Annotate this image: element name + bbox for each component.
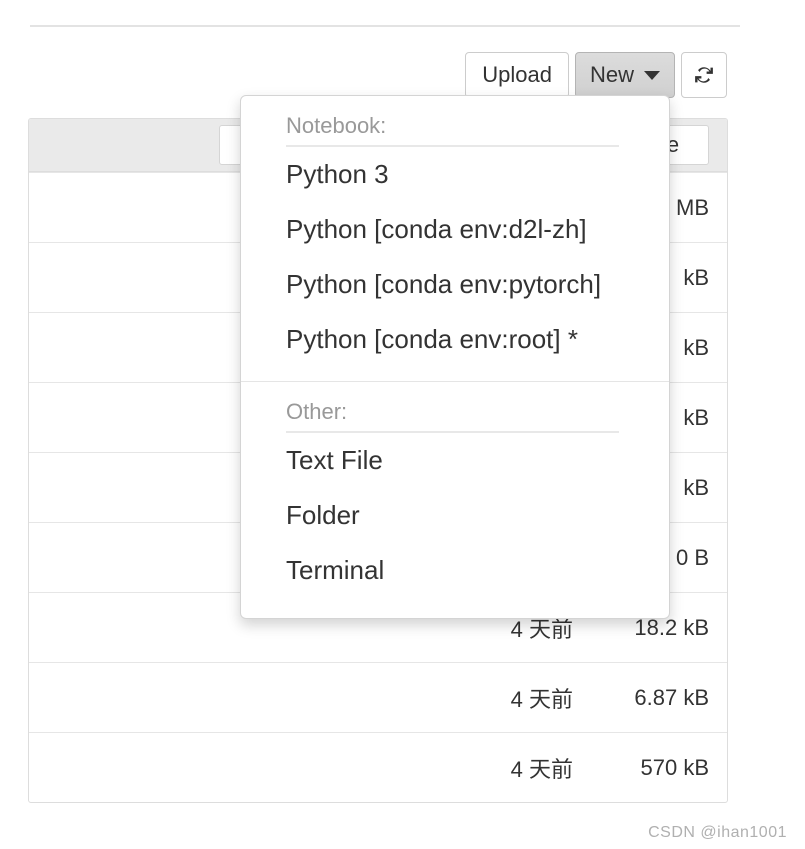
new-button-label: New xyxy=(589,62,634,87)
new-button[interactable]: New xyxy=(574,52,675,98)
menu-item-kernel[interactable]: Python [conda env:root] * xyxy=(241,312,669,367)
dropdown-section-notebook-label: Notebook: xyxy=(286,113,387,138)
row-size: 570 kB xyxy=(640,754,710,780)
table-row[interactable]: 4 天前 6.87 kB xyxy=(29,662,727,732)
menu-item-text-file[interactable]: Text File xyxy=(241,433,669,488)
toolbar: Upload New xyxy=(465,52,727,98)
chevron-down-icon xyxy=(644,70,660,80)
menu-item-folder[interactable]: Folder xyxy=(241,488,669,543)
menu-item-terminal[interactable]: Terminal xyxy=(241,543,669,598)
dropdown-section-notebook: Notebook: Python 3 Python [conda env:d2l… xyxy=(241,96,669,367)
refresh-icon xyxy=(691,62,717,88)
refresh-button[interactable] xyxy=(681,52,727,98)
table-row[interactable]: 4 天前 570 kB xyxy=(29,732,727,802)
dropdown-section-other: Other: Text File Folder Terminal xyxy=(241,382,669,618)
dropdown-section-other-label: Other: xyxy=(286,399,348,424)
row-date: 4 天前 xyxy=(510,756,573,782)
new-dropdown-menu: Notebook: Python 3 Python [conda env:d2l… xyxy=(240,95,670,619)
menu-item-kernel[interactable]: Python 3 xyxy=(241,147,669,202)
watermark: CSDN @ihan1001 xyxy=(648,824,787,841)
menu-item-kernel[interactable]: Python [conda env:pytorch] xyxy=(241,257,669,312)
upload-button[interactable]: Upload xyxy=(465,52,569,98)
row-size: 6.87 kB xyxy=(634,684,709,710)
row-date: 4 天前 xyxy=(510,686,573,712)
menu-item-kernel[interactable]: Python [conda env:d2l-zh] xyxy=(241,202,669,257)
top-divider xyxy=(30,25,740,27)
